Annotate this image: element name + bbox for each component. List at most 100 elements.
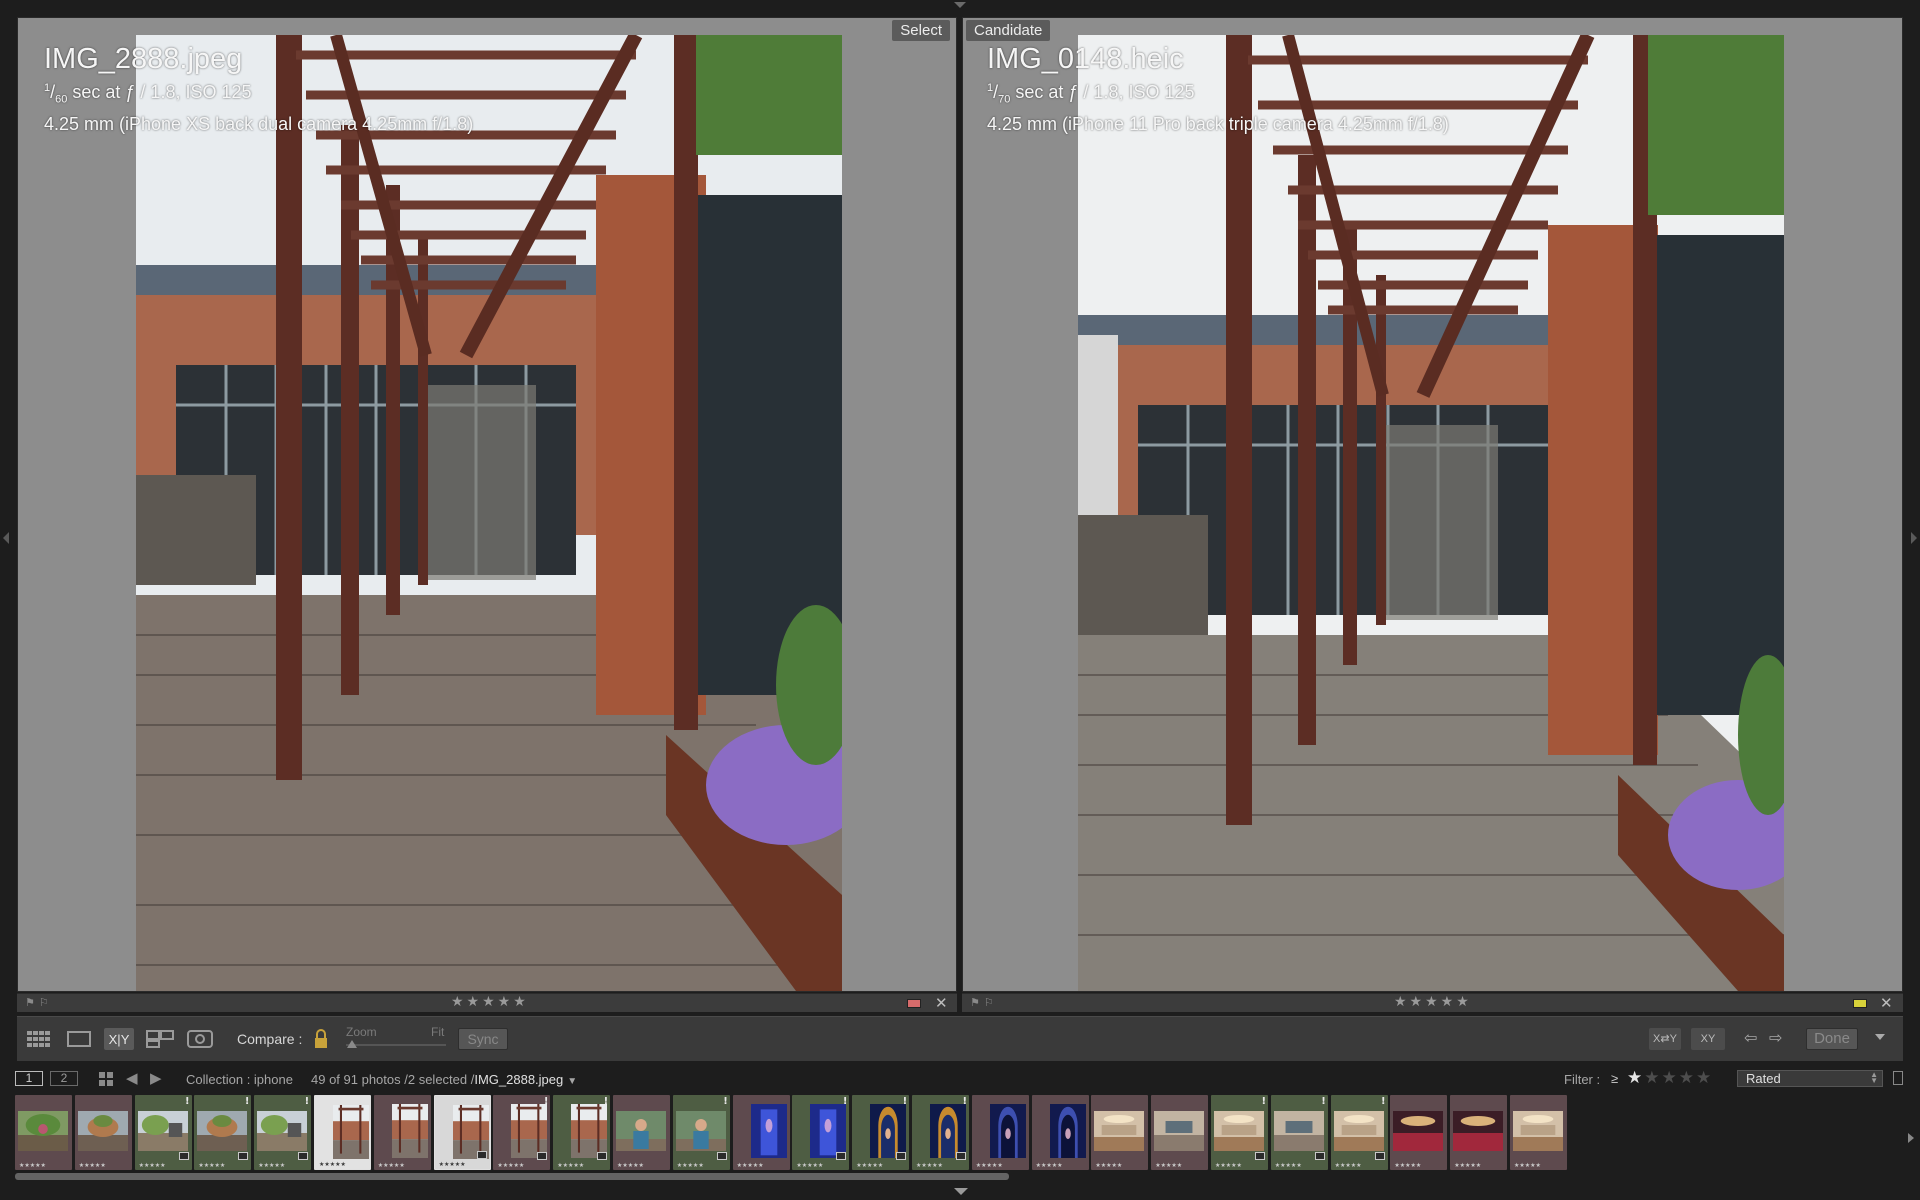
select-pane[interactable]: Select IMG_2888.jpeg 1/60 sec at ƒ / 1.8… bbox=[17, 17, 957, 992]
filmstrip-thumbnail[interactable]: ★★★★★! bbox=[852, 1095, 910, 1170]
toolbar-menu-chevron-icon[interactable] bbox=[1875, 1034, 1885, 1040]
missing-warning-icon[interactable]: ! bbox=[723, 1096, 728, 1107]
thumbnail-rating-stars[interactable]: ★★★★★ bbox=[976, 1162, 1003, 1169]
missing-warning-icon[interactable]: ! bbox=[1261, 1096, 1266, 1107]
thumbnail-rating-stars[interactable]: ★★★★★ bbox=[1215, 1162, 1242, 1169]
filmstrip-thumbnail[interactable]: ★★★★★! bbox=[1270, 1095, 1328, 1170]
back-arrow-icon[interactable]: ◀ bbox=[126, 1069, 138, 1087]
missing-warning-icon[interactable]: ! bbox=[903, 1096, 908, 1107]
filmstrip-thumbnail[interactable]: ★★★★★ bbox=[314, 1095, 371, 1170]
select-rating-stars[interactable]: ★★★★★ bbox=[451, 994, 529, 1010]
filter-rating-stars[interactable]: ★★★★★ bbox=[1627, 1068, 1713, 1088]
compare-view-button[interactable]: X|Y bbox=[104, 1028, 134, 1050]
thumbnail-rating-stars[interactable]: ★★★★★ bbox=[1095, 1162, 1122, 1169]
filmstrip-thumbnail[interactable]: ★★★★★ bbox=[74, 1095, 132, 1170]
photo-count-label[interactable]: 49 of 91 photos /2 selected /IMG_2888.jp… bbox=[311, 1072, 577, 1087]
people-view-icon[interactable] bbox=[184, 1028, 216, 1050]
missing-warning-icon[interactable]: ! bbox=[185, 1096, 190, 1107]
thumbnail-rating-stars[interactable]: ★★★★★ bbox=[497, 1162, 524, 1169]
filmstrip-thumbnail[interactable]: ★★★★★! bbox=[134, 1095, 192, 1170]
filmstrip-thumbnail[interactable]: ★★★★★! bbox=[254, 1095, 312, 1170]
thumbnail-rating-stars[interactable]: ★★★★★ bbox=[258, 1162, 285, 1169]
swap-button[interactable]: X⇄Y bbox=[1649, 1028, 1681, 1050]
done-button[interactable]: Done bbox=[1806, 1028, 1858, 1050]
filmstrip-scroll-right-icon[interactable] bbox=[1908, 1133, 1914, 1143]
filmstrip-thumbnail[interactable]: ★★★★★ bbox=[732, 1095, 790, 1170]
flag-icons[interactable]: ⚑⚐ bbox=[970, 996, 998, 1009]
missing-warning-icon[interactable]: ! bbox=[604, 1096, 609, 1107]
missing-warning-icon[interactable]: ! bbox=[962, 1096, 967, 1107]
filmstrip-thumbnail[interactable]: ★★★★★ bbox=[433, 1095, 491, 1170]
survey-view-icon[interactable] bbox=[144, 1028, 176, 1050]
thumbnail-rating-stars[interactable]: ★★★★★ bbox=[617, 1162, 644, 1169]
filmstrip-thumbnail[interactable]: ★★★★★ bbox=[1091, 1095, 1149, 1170]
candidate-photo[interactable] bbox=[1078, 35, 1784, 991]
thumbnail-rating-stars[interactable]: ★★★★★ bbox=[1275, 1162, 1302, 1169]
filmstrip-scrollbar[interactable] bbox=[15, 1173, 1009, 1180]
thumbnail-rating-stars[interactable]: ★★★★★ bbox=[198, 1162, 225, 1169]
thumbnail-rating-stars[interactable]: ★★★★★ bbox=[1335, 1162, 1362, 1169]
loupe-view-icon[interactable] bbox=[64, 1028, 94, 1050]
filmstrip-thumbnail[interactable]: ★★★★★! bbox=[792, 1095, 850, 1170]
select-color-label[interactable] bbox=[907, 999, 921, 1008]
sync-button[interactable]: Sync bbox=[458, 1028, 508, 1050]
thumbnail-rating-stars[interactable]: ★★★★★ bbox=[1036, 1162, 1063, 1169]
filmstrip-thumbnail[interactable]: ★★★★★ bbox=[1031, 1095, 1089, 1170]
left-arrow-icon[interactable]: ⇦ bbox=[1744, 1028, 1757, 1047]
missing-warning-icon[interactable]: ! bbox=[843, 1096, 848, 1107]
candidate-color-label[interactable] bbox=[1853, 999, 1867, 1008]
thumbnail-rating-stars[interactable]: ★★★★★ bbox=[796, 1162, 823, 1169]
filmstrip[interactable]: ★★★★★ ★★★★★ ★★★★★! ★★★★★! ★★★★★! ★★★★★ ★★★★★ ★★… bbox=[15, 1095, 1905, 1172]
missing-warning-icon[interactable]: ! bbox=[1381, 1096, 1386, 1107]
filmstrip-thumbnail[interactable]: ★★★★★ bbox=[971, 1095, 1029, 1170]
grid-view-icon[interactable] bbox=[24, 1028, 54, 1050]
filmstrip-thumbnail[interactable]: ★★★★★! bbox=[672, 1095, 730, 1170]
thumbnail-rating-stars[interactable]: ★★★★★ bbox=[1394, 1162, 1421, 1169]
thumbnail-rating-stars[interactable]: ★★★★★ bbox=[19, 1162, 46, 1169]
filmstrip-thumbnail[interactable]: ★★★★★! bbox=[493, 1095, 551, 1170]
top-panel-toggle-icon[interactable] bbox=[954, 2, 966, 8]
forward-arrow-icon[interactable]: ▶ bbox=[150, 1069, 162, 1087]
filter-operator[interactable]: ≥ bbox=[1611, 1071, 1618, 1086]
filmstrip-thumbnail[interactable]: ★★★★★ bbox=[15, 1095, 72, 1170]
right-panel-toggle-icon[interactable] bbox=[1911, 532, 1917, 544]
candidate-pane[interactable]: Candidate IMG_0148.heic 1/70 sec at ƒ / … bbox=[962, 17, 1903, 992]
primary-window-button[interactable]: 1 bbox=[15, 1071, 43, 1086]
thumbnail-rating-stars[interactable]: ★★★★★ bbox=[916, 1162, 943, 1169]
filmstrip-thumbnail[interactable]: ★★★★★ bbox=[1450, 1095, 1508, 1170]
select-close-icon[interactable]: ✕ bbox=[935, 994, 948, 1012]
zoom-slider-thumb[interactable] bbox=[347, 1040, 357, 1048]
left-panel-toggle-icon[interactable] bbox=[3, 532, 9, 544]
flag-icons[interactable]: ⚑⚐ bbox=[25, 996, 53, 1009]
filmstrip-thumbnail[interactable]: ★★★★★! bbox=[1211, 1095, 1268, 1170]
filmstrip-thumbnail[interactable]: ★★★★★ bbox=[1151, 1095, 1209, 1170]
filmstrip-thumbnail[interactable]: ★★★★★ bbox=[613, 1095, 670, 1170]
candidate-close-icon[interactable]: ✕ bbox=[1880, 994, 1893, 1012]
filmstrip-thumbnail[interactable]: ★★★★★ bbox=[1390, 1095, 1448, 1170]
missing-warning-icon[interactable]: ! bbox=[245, 1096, 250, 1107]
filmstrip-thumbnail[interactable]: ★★★★★! bbox=[194, 1095, 252, 1170]
thumbnail-rating-stars[interactable]: ★★★★★ bbox=[319, 1161, 346, 1168]
filmstrip-thumbnail[interactable]: ★★★★★ bbox=[373, 1095, 431, 1170]
thumbnail-rating-stars[interactable]: ★★★★★ bbox=[439, 1161, 466, 1168]
missing-warning-icon[interactable]: ! bbox=[544, 1096, 549, 1107]
filter-lock-icon[interactable] bbox=[1893, 1071, 1903, 1085]
select-photo[interactable] bbox=[136, 35, 842, 991]
make-select-button[interactable]: XY bbox=[1691, 1028, 1725, 1050]
thumbnail-rating-stars[interactable]: ★★★★★ bbox=[677, 1162, 704, 1169]
missing-warning-icon[interactable]: ! bbox=[305, 1096, 310, 1107]
candidate-rating-stars[interactable]: ★★★★★ bbox=[1394, 994, 1472, 1010]
lock-icon[interactable] bbox=[313, 1028, 329, 1054]
thumbnail-rating-stars[interactable]: ★★★★★ bbox=[1454, 1162, 1481, 1169]
thumbnail-rating-stars[interactable]: ★★★★★ bbox=[139, 1162, 166, 1169]
thumbnail-rating-stars[interactable]: ★★★★★ bbox=[79, 1162, 106, 1169]
thumbnail-rating-stars[interactable]: ★★★★★ bbox=[378, 1162, 405, 1169]
missing-warning-icon[interactable]: ! bbox=[1321, 1096, 1326, 1107]
filmstrip-thumbnail[interactable]: ★★★★★! bbox=[912, 1095, 969, 1170]
filmstrip-thumbnail[interactable]: ★★★★★ bbox=[1510, 1095, 1567, 1170]
thumbnail-rating-stars[interactable]: ★★★★★ bbox=[856, 1162, 883, 1169]
right-arrow-icon[interactable]: ⇨ bbox=[1769, 1028, 1782, 1047]
filter-preset-select[interactable]: Rated ▲ ▼ bbox=[1737, 1070, 1883, 1087]
thumbnail-rating-stars[interactable]: ★★★★★ bbox=[1155, 1162, 1182, 1169]
thumbnail-rating-stars[interactable]: ★★★★★ bbox=[557, 1162, 584, 1169]
